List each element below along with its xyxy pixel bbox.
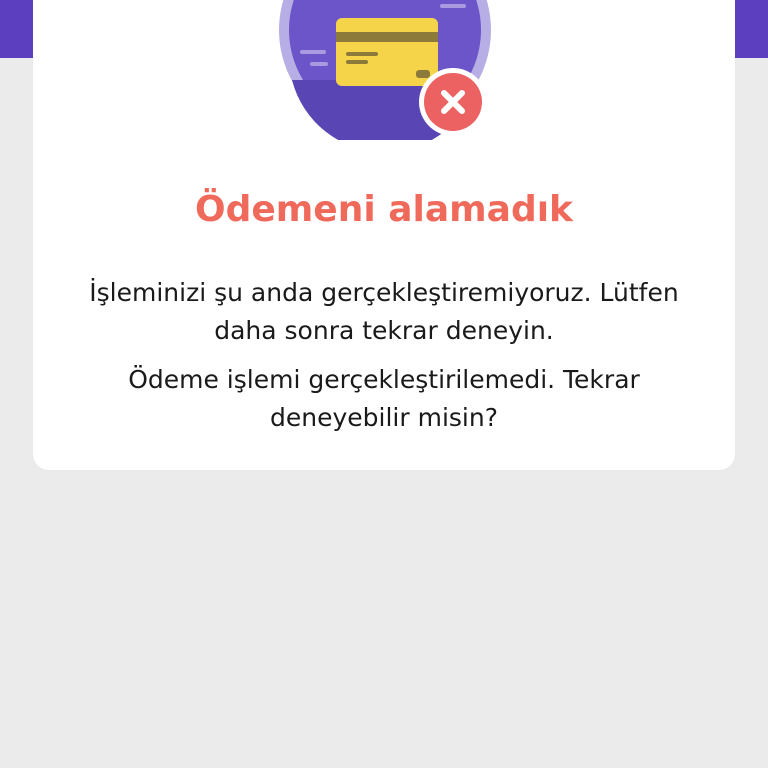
error-message-primary: İşleminizi şu anda gerçekleştiremiyoruz.… <box>89 278 679 345</box>
motion-line <box>300 50 326 54</box>
motion-line <box>440 4 466 8</box>
error-x-icon <box>419 68 487 136</box>
error-title: Ödemeni alamadık <box>195 189 573 230</box>
motion-line <box>310 62 328 66</box>
error-message-secondary: Ödeme işlemi gerçekleştirilemedi. Tekrar… <box>128 365 640 432</box>
payment-failed-illustration <box>279 0 491 140</box>
credit-card-icon <box>336 18 438 86</box>
